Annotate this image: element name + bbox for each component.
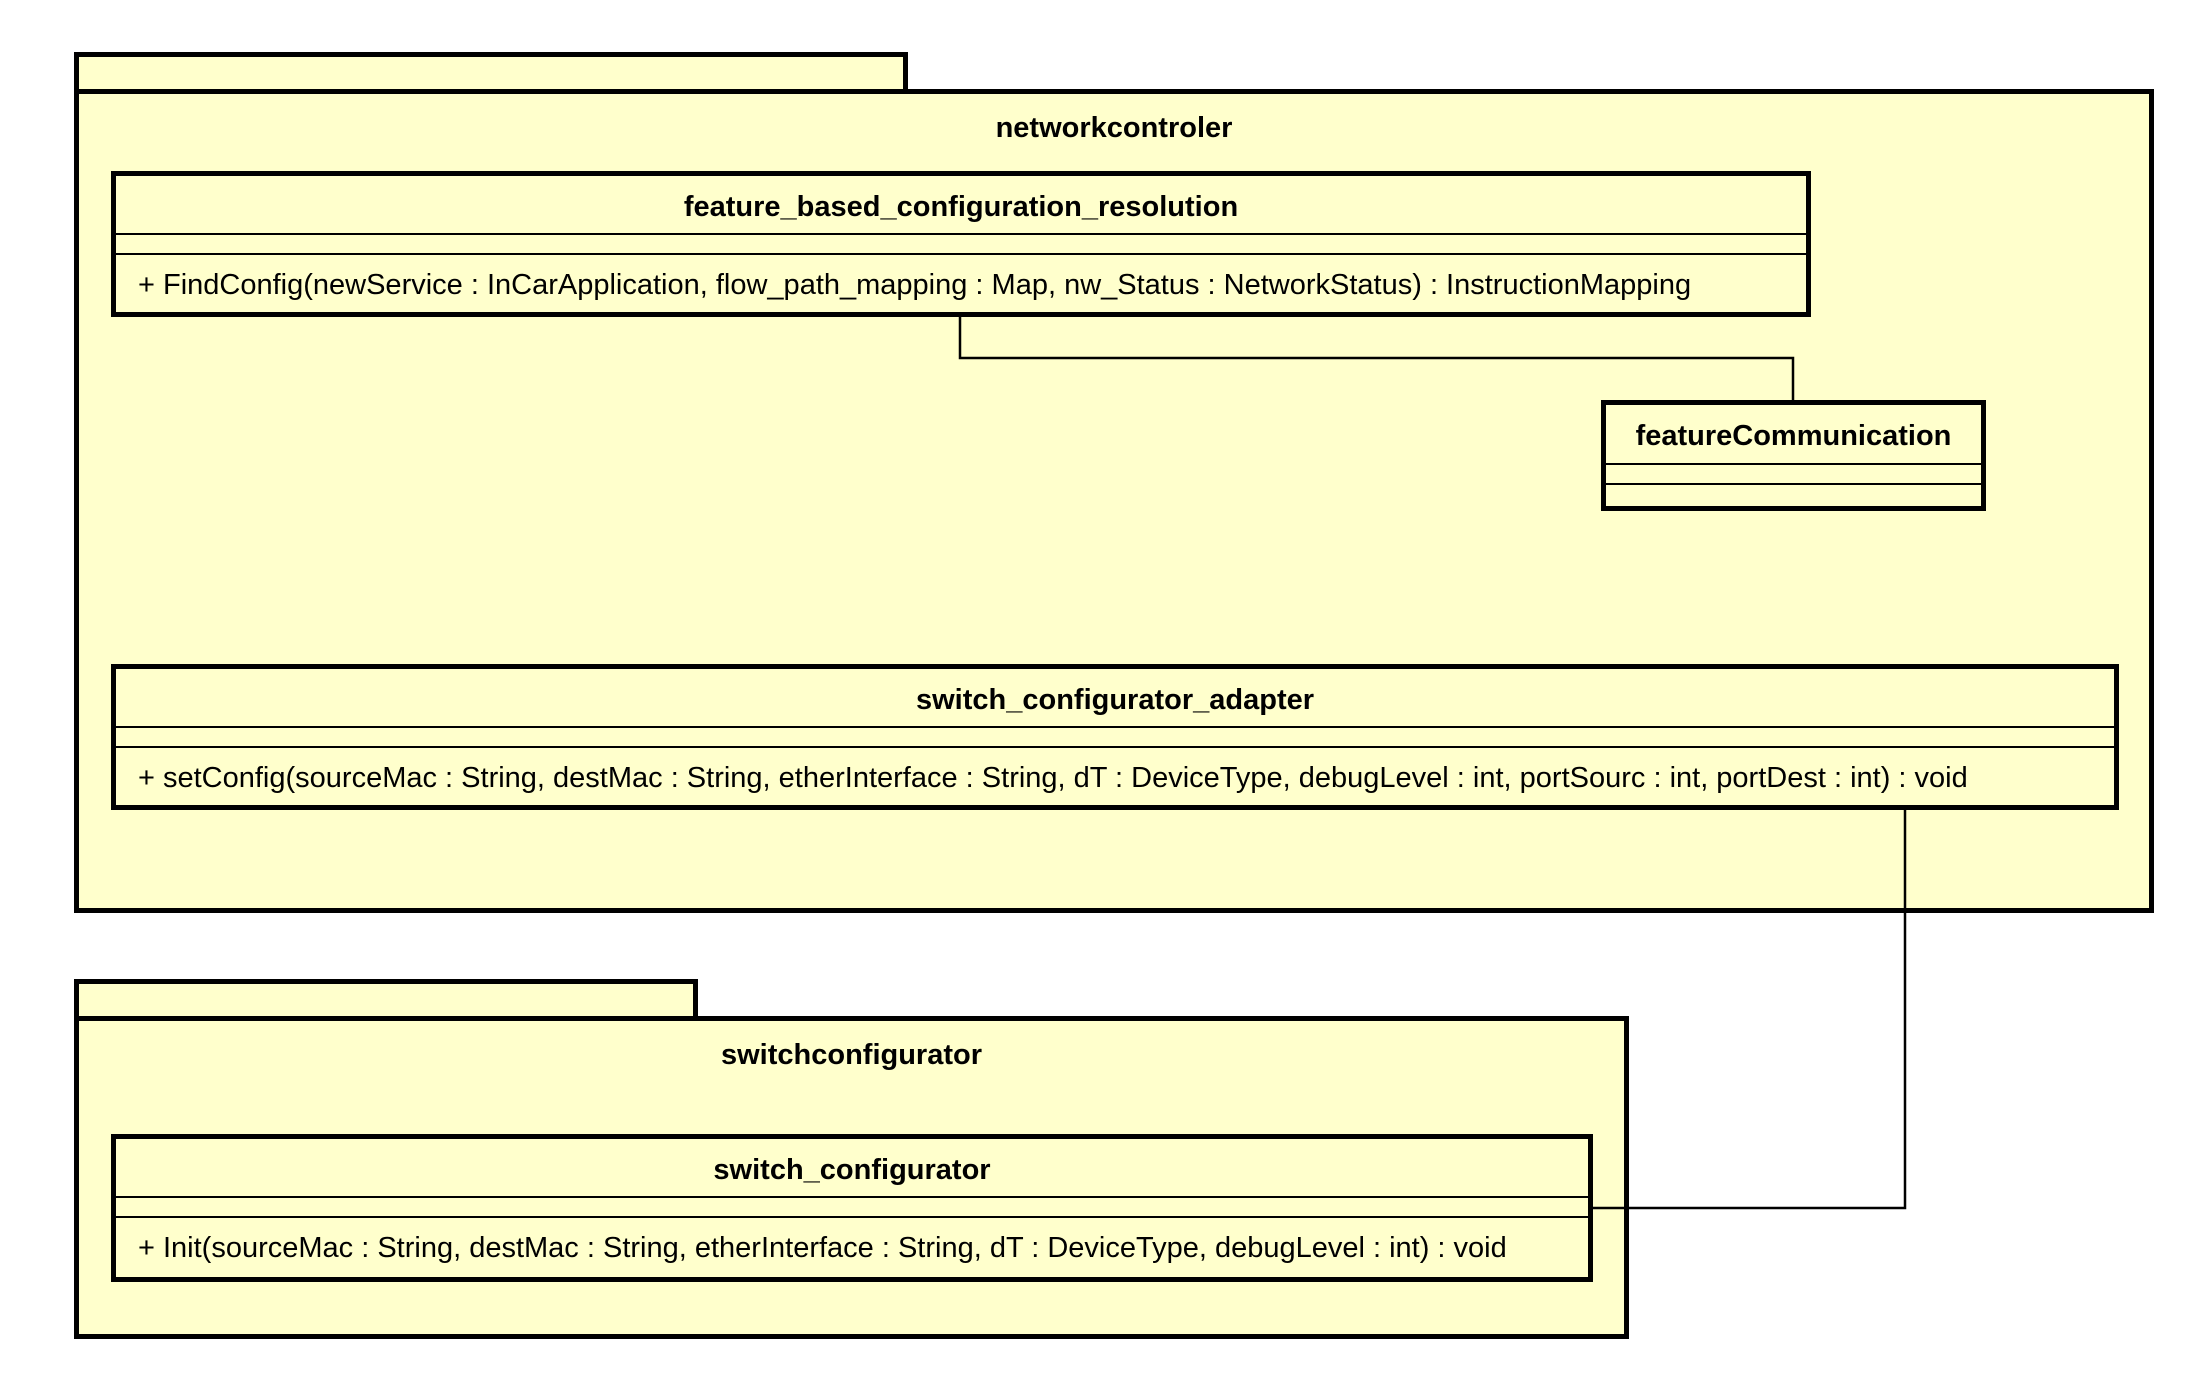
class-attributes-separator xyxy=(116,233,1806,235)
class-operations-separator xyxy=(116,253,1806,255)
class-feature-communication[interactable]: featureCommunication xyxy=(1601,400,1986,511)
class-name: switch_configurator_adapter xyxy=(915,684,1315,716)
class-attributes-separator xyxy=(1606,463,1981,465)
class-switch-configurator[interactable]: switch_configurator + Init(sourceMac : S… xyxy=(111,1134,1593,1282)
package-networkcontroler-tab xyxy=(74,52,908,94)
class-operations-separator xyxy=(1606,483,1981,485)
class-switch-configurator-adapter[interactable]: switch_configurator_adapter + setConfig(… xyxy=(111,664,2119,810)
uml-class-diagram: networkcontroler feature_based_configura… xyxy=(0,0,2204,1396)
class-operation: + setConfig(sourceMac : String, destMac … xyxy=(138,762,1968,794)
class-name: feature_based_configuration_resolution xyxy=(683,191,1239,223)
package-name: switchconfigurator xyxy=(720,1039,982,1071)
class-attributes-separator xyxy=(116,1196,1588,1198)
class-operation: + FindConfig(newService : InCarApplicati… xyxy=(138,269,1692,301)
class-attributes-separator xyxy=(116,726,2114,728)
class-name: featureCommunication xyxy=(1635,420,1952,452)
class-operations-separator xyxy=(116,1216,1588,1218)
package-switchconfigurator-tab xyxy=(74,979,698,1021)
class-feature-based-configuration-resolution[interactable]: feature_based_configuration_resolution +… xyxy=(111,171,1811,317)
class-operation: + Init(sourceMac : String, destMac : Str… xyxy=(138,1232,1507,1264)
package-name: networkcontroler xyxy=(995,112,1233,144)
class-operations-separator xyxy=(116,746,2114,748)
class-name: switch_configurator xyxy=(713,1154,991,1186)
